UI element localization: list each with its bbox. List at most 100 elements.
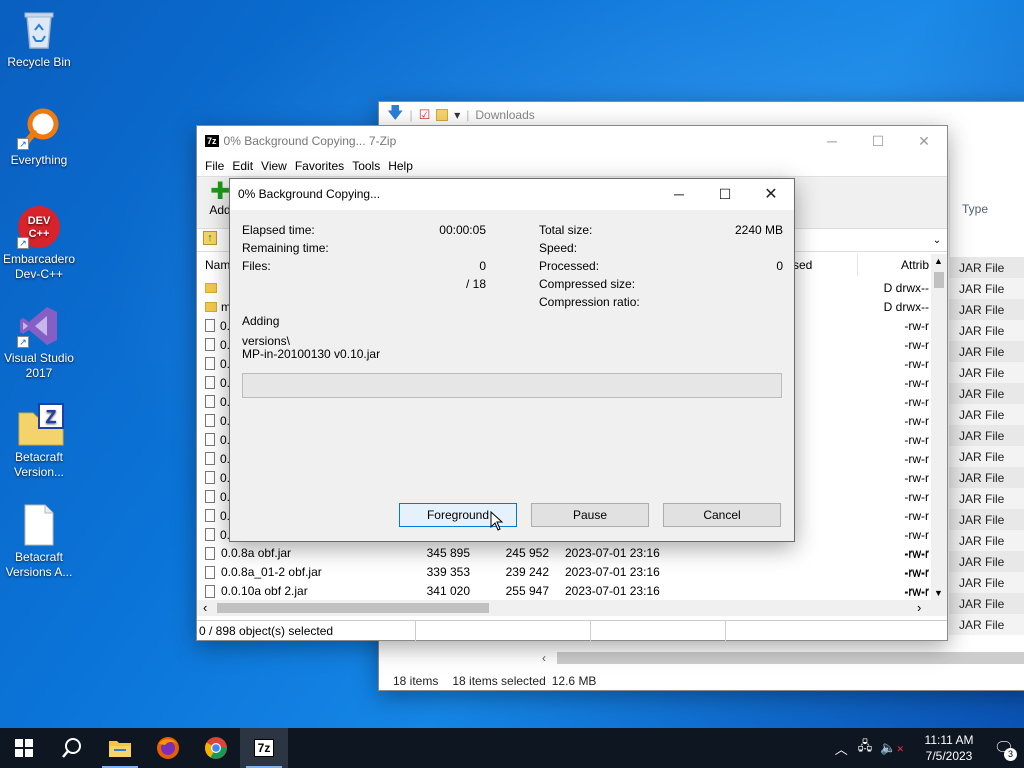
scroll-thumb[interactable] <box>217 603 489 613</box>
type-cell: JAR File <box>949 593 1024 614</box>
attrib-cell: -rw-r <box>904 376 929 390</box>
list-item[interactable]: 0. <box>205 487 230 506</box>
sevenzip-app-icon: 7z <box>205 135 219 147</box>
list-item[interactable]: 0. <box>205 411 230 430</box>
close-button[interactable]: ✕ <box>748 179 794 209</box>
scroll-thumb[interactable] <box>934 272 944 288</box>
file-list-hscroll[interactable]: ‹ › <box>197 600 947 616</box>
shortcut-arrow-icon: ↗ <box>17 138 29 150</box>
list-item[interactable]: 0. <box>205 449 230 468</box>
file-explorer-icon <box>109 741 131 757</box>
scroll-up-icon[interactable]: ▲ <box>934 256 943 266</box>
menu-help[interactable]: Help <box>386 159 419 173</box>
menu-favorites[interactable]: Favorites <box>293 159 350 173</box>
type-cell: JAR File <box>949 383 1024 404</box>
folder-up-icon[interactable]: ↑ <box>203 231 217 245</box>
menu-edit[interactable]: Edit <box>230 159 259 173</box>
list-item[interactable]: 0. <box>205 430 230 449</box>
type-cell: JAR File <box>949 362 1024 383</box>
minimize-button[interactable]: ─ <box>656 179 702 209</box>
list-item[interactable]: 0. <box>205 316 230 335</box>
folder-icon[interactable] <box>436 109 449 121</box>
desktop-icon-betacraft-zip[interactable]: Z Betacraft Version... <box>0 403 78 480</box>
column-packed[interactable]: sed <box>793 258 812 272</box>
chevron-up-icon[interactable]: ︿ <box>835 739 848 758</box>
maximize-button[interactable]: ☐ <box>702 179 748 209</box>
taskbar-clock[interactable]: 11:11 AM 7/5/2023 <box>914 732 984 764</box>
properties-icon[interactable]: ☑ <box>419 107 431 123</box>
type-column-header[interactable]: Type <box>950 160 1024 216</box>
file-size: 345 895 <box>426 546 470 560</box>
explorer-hscroll[interactable]: ‹ <box>379 647 1024 669</box>
table-row[interactable]: 0.0.10a obf 2.jar 341 020 255 947 2023-07-0… <box>205 582 929 601</box>
file-list-vscroll[interactable]: ▲ ▼ <box>931 254 947 600</box>
list-item[interactable]: 0. <box>205 373 230 392</box>
menu-view[interactable]: View <box>259 159 293 173</box>
current-path: versions\ <box>242 334 291 348</box>
maximize-button[interactable]: ☐ <box>855 126 901 156</box>
chevron-down-icon[interactable]: ▾ <box>454 108 460 122</box>
network-icon[interactable]: 🖧 <box>858 737 873 759</box>
list-item[interactable]: 0. <box>205 506 230 525</box>
type-cell: JAR File <box>949 320 1024 341</box>
volume-muted-icon[interactable]: 🔈✕ <box>880 740 904 756</box>
desktop-icon-visual-studio[interactable]: ↗ Visual Studio 2017 <box>0 304 78 381</box>
cancel-button[interactable]: Cancel <box>663 503 781 527</box>
file-size: 341 020 <box>426 584 470 598</box>
action-center-button[interactable]: 🗨 3 <box>984 728 1024 768</box>
list-item[interactable]: m <box>205 297 231 316</box>
taskbar-7zip[interactable]: 7z <box>240 728 288 768</box>
clock-date: 7/5/2023 <box>925 749 973 763</box>
scroll-thumb[interactable] <box>557 652 1024 664</box>
menu-tools[interactable]: Tools <box>350 159 386 173</box>
desktop-icon-devcpp[interactable]: DEV C++ ↗ Embarcadero Dev-C++ <box>0 205 78 282</box>
pause-button[interactable]: Pause <box>531 503 649 527</box>
file-attrib: -rw-r <box>904 584 929 598</box>
scroll-right-icon[interactable]: › <box>917 600 921 616</box>
file-icon <box>205 338 215 351</box>
taskbar-file-explorer[interactable] <box>96 728 144 768</box>
chrome-icon <box>205 737 227 759</box>
file-size: 339 353 <box>426 565 470 579</box>
taskbar-chrome[interactable] <box>192 728 240 768</box>
progress-body: Elapsed time: 00:00:05 Remaining time: F… <box>230 210 794 541</box>
table-row[interactable]: 0.0.8a_01-2 obf.jar 339 353 239 242 2023-07… <box>205 563 929 582</box>
minimize-button[interactable]: ─ <box>809 126 855 156</box>
table-row[interactable]: 0.0.8a obf.jar 345 895 245 952 2023-07-01 2… <box>205 544 929 563</box>
file-icon <box>205 585 215 598</box>
sevenzip-title-bar[interactable]: 7z 0% Background Copying... 7-Zip ─ ☐ ✕ <box>197 126 947 156</box>
start-button[interactable] <box>0 728 48 768</box>
taskbar-firefox[interactable] <box>144 728 192 768</box>
path-dropdown-button[interactable]: ⌄ <box>927 229 947 251</box>
search-button[interactable] <box>48 728 96 768</box>
everything-search-icon: ↗ <box>17 106 61 150</box>
progress-title-bar[interactable]: 0% Background Copying... ─ ☐ ✕ <box>230 179 794 209</box>
scroll-left-icon[interactable]: ‹ <box>203 600 207 616</box>
list-item[interactable] <box>205 278 221 297</box>
file-icon <box>205 471 215 484</box>
windows-logo-icon <box>15 739 33 757</box>
scroll-down-icon[interactable]: ▼ <box>934 588 943 598</box>
attrib-cell: -rw-r <box>904 490 929 504</box>
list-item[interactable]: 0. <box>205 392 230 411</box>
current-file: MP-in-20100130 v0.10.jar <box>242 347 381 361</box>
desktop-icon-everything[interactable]: ↗ Everything <box>0 106 78 168</box>
list-item[interactable]: 0. <box>205 354 230 373</box>
svg-text:C++: C++ <box>29 228 50 240</box>
file-icon <box>205 566 215 579</box>
menu-file[interactable]: File <box>203 159 230 173</box>
desktop-icon-recycle-bin[interactable]: Recycle Bin <box>0 8 78 70</box>
list-item[interactable]: 0. <box>205 525 230 544</box>
column-attrib[interactable]: Attrib <box>901 258 929 272</box>
desktop-icon-label: Betacraft Versions A... <box>5 550 73 579</box>
scroll-left-icon[interactable]: ‹ <box>542 651 546 665</box>
desktop-icon-betacraft-file[interactable]: Betacraft Versions A... <box>0 503 78 580</box>
attrib-cell: -rw-r <box>904 471 929 485</box>
list-item[interactable]: 0. <box>205 468 230 487</box>
progress-dialog[interactable]: 0% Background Copying... ─ ☐ ✕ Elapsed t… <box>229 178 795 542</box>
attrib-cell: -rw-r <box>904 395 929 409</box>
sevenzip-menu-bar: File Edit View Favorites Tools Help <box>197 156 947 176</box>
list-item[interactable]: 0. <box>205 335 230 354</box>
attrib-cell: D drwx-- <box>883 281 929 295</box>
close-button[interactable]: ✕ <box>901 126 947 156</box>
